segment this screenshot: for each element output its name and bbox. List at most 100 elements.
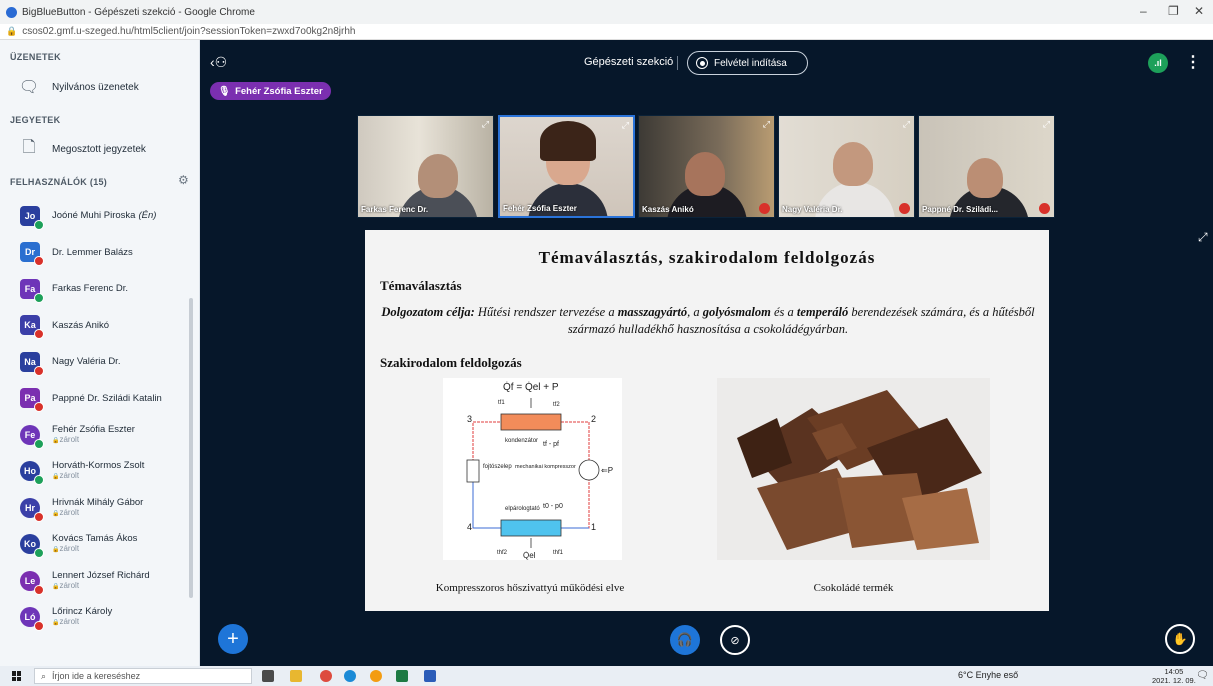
meeting-title: Gépészeti szekció xyxy=(584,56,674,68)
slide-subheading: Témaválasztás xyxy=(380,278,462,293)
weather-status[interactable]: 6°C Enyhe eső xyxy=(958,670,1018,680)
main-area: ‹⚇ 🎙 Fehér Zsófia Eszter Gépészeti szekc… xyxy=(200,40,1213,666)
user-list-item[interactable]: Le Lennert József Richárd 🔒zárolt xyxy=(0,562,190,599)
avatar: Fa xyxy=(20,278,44,303)
headphones-button[interactable]: 🎧 xyxy=(670,625,700,655)
fullscreen-icon[interactable]: ⤢ xyxy=(903,119,910,130)
shared-notes-item[interactable]: 🗋 Megosztott jegyzetek xyxy=(0,134,198,164)
user-list-item[interactable]: Fa Farkas Ferenc Dr. xyxy=(0,270,190,307)
audio-status-icon xyxy=(34,402,44,412)
diagram-node: 3 xyxy=(467,414,472,424)
user-list-item[interactable]: Hr Hrivnák Mihály Gábor 🔒zárolt xyxy=(0,489,190,526)
task-view-icon[interactable] xyxy=(262,670,274,682)
avatar-initials: Ka xyxy=(24,320,36,330)
slide-subheading: Szakirodalom feldolgozás xyxy=(380,355,522,370)
avatar-initials: Dr xyxy=(24,247,35,257)
sidebar: ÜZENETEK 🗨 Nyilvános üzenetek JEGYETEK 🗋… xyxy=(0,40,200,666)
webcam-tile[interactable]: ⤢ Kaszás Anikó xyxy=(638,115,775,218)
audio-status-icon xyxy=(34,256,44,266)
self-marker: (Én) xyxy=(138,210,157,221)
diagram-label: tf - pf xyxy=(543,441,559,448)
heat-pump-diagram: Q̇f = Q̇el + P tf1 tf2 kondenzátor tf - … xyxy=(443,378,622,560)
user-list-item[interactable]: Fe Fehér Zsófia Eszter 🔒zárolt xyxy=(0,416,190,453)
fullscreen-icon[interactable]: ⤢ xyxy=(482,119,489,130)
webcam-tile[interactable]: ⤢ Fehér Zsófia Eszter xyxy=(498,115,635,218)
user-list-item[interactable]: Na Nagy Valéria Dr. xyxy=(0,343,190,380)
webcam-tile[interactable]: ⤢ Pappné Dr. Sziládi... xyxy=(918,115,1055,218)
chrome-icon[interactable] xyxy=(320,670,332,682)
user-name-text: Dr. Lemmer Balázs xyxy=(52,246,133,258)
avatar: Ho xyxy=(20,461,44,485)
fullscreen-icon[interactable]: ⤢ xyxy=(763,119,770,130)
chocolate-photo xyxy=(717,378,990,560)
fullscreen-icon[interactable]: ⤢ xyxy=(622,120,629,131)
record-icon xyxy=(696,57,708,69)
goal-text: , a xyxy=(687,305,703,319)
user-name-text: Pappné Dr. Sziládi Katalin xyxy=(52,392,162,404)
user-lock-status: 🔒zárolt xyxy=(52,581,150,592)
gear-icon[interactable]: ⚙ xyxy=(178,173,189,187)
avatar-initials: Na xyxy=(24,356,36,367)
avatar-initials: Jo xyxy=(24,210,36,221)
webcam-name: Farkas Ferenc Dr. xyxy=(361,205,429,214)
user-lock-status: 🔒zárolt xyxy=(52,617,112,628)
audio-status-icon xyxy=(34,365,44,376)
user-lock-status: 🔒zárolt xyxy=(52,471,144,482)
fullscreen-icon[interactable]: ⤢ xyxy=(1043,119,1050,130)
taskbar-search-input[interactable]: ⌕ Írjon ide a kereséshez xyxy=(34,668,252,684)
user-list-item[interactable]: Ka Kaszás Anikó xyxy=(0,307,190,344)
user-name-text: Horváth-Kormos Zsolt xyxy=(52,460,145,471)
user-name-text: Kovács Tamás Ákos xyxy=(52,533,138,544)
presentation-slide[interactable]: Témaválasztás, szakirodalom feldolgozás … xyxy=(365,230,1049,611)
share-webcam-button[interactable]: ⊘ xyxy=(720,625,750,655)
diagram-label: thf2 xyxy=(497,550,508,556)
webcam-tile[interactable]: ⤢ Farkas Ferenc Dr. xyxy=(357,115,494,218)
muted-icon xyxy=(759,203,770,214)
lock-status-text: zárolt xyxy=(59,617,80,626)
diagram-label: ⇐P xyxy=(601,466,613,475)
microphone-icon: 🎙 xyxy=(218,85,231,97)
minimize-icon[interactable]: – xyxy=(1140,4,1147,18)
user-list-item[interactable]: Jo Joóné Muhi Piroska (Én) xyxy=(0,197,190,234)
clock[interactable]: 14:05 2021. 12. 09. xyxy=(1152,667,1196,685)
record-button[interactable]: Felvétel indítása xyxy=(687,51,808,75)
close-icon[interactable]: ✕ xyxy=(1194,4,1204,18)
user-list-item[interactable]: Ho Horváth-Kormos Zsolt 🔒zárolt xyxy=(0,453,190,490)
windows-start-icon[interactable] xyxy=(12,671,22,681)
public-chat-item[interactable]: 🗨 Nyilvános üzenetek xyxy=(0,72,198,102)
fullscreen-icon[interactable]: ⤢ xyxy=(1198,230,1208,245)
file-explorer-icon[interactable] xyxy=(290,670,302,682)
excel-icon[interactable] xyxy=(396,670,408,682)
user-list-item[interactable]: Pa Pappné Dr. Sziládi Katalin xyxy=(0,380,190,417)
maximize-icon[interactable]: ❐ xyxy=(1168,4,1179,18)
avatar: Ka xyxy=(20,315,44,339)
user-text: Kaszás Anikó xyxy=(52,320,109,331)
edge-icon[interactable] xyxy=(344,670,356,682)
toggle-userlist-icon[interactable]: ‹⚇ xyxy=(210,54,227,71)
avatar-initials: Fa xyxy=(24,283,36,294)
notification-icon[interactable]: 🗨 xyxy=(1196,670,1209,681)
diagram-node: 2 xyxy=(591,414,596,424)
word-icon[interactable] xyxy=(424,670,436,682)
audio-status-icon xyxy=(34,511,44,522)
browser-icon[interactable] xyxy=(370,670,382,682)
connection-status-icon[interactable]: .ıl xyxy=(1148,53,1168,73)
user-list-item[interactable]: Dr Dr. Lemmer Balázs xyxy=(0,234,190,271)
webcam-tile[interactable]: ⤢ Nagy Valéria Dr. xyxy=(778,115,915,218)
user-list-item[interactable]: Ló Lőrincz Károly 🔒zárolt xyxy=(0,599,190,636)
avatar-initials: Ló xyxy=(24,612,36,622)
user-text: Lennert József Richárd 🔒zárolt xyxy=(52,570,150,592)
raise-hand-button[interactable]: ✋ xyxy=(1165,624,1195,654)
address-bar[interactable]: 🔒 csos02.gmf.u-szeged.hu/html5client/joi… xyxy=(0,24,1213,40)
user-text: Pappné Dr. Sziládi Katalin xyxy=(52,393,162,404)
user-name: Nagy Valéria Dr. xyxy=(52,356,120,367)
actions-plus-button[interactable]: + xyxy=(218,624,248,654)
clock-date: 2021. 12. 09. xyxy=(1152,676,1196,685)
header-separator xyxy=(677,56,678,70)
more-options-icon[interactable]: ⋮ xyxy=(1185,52,1201,72)
diagram-node: 4 xyxy=(467,522,472,532)
audio-status-icon xyxy=(34,292,44,303)
user-list-item[interactable]: Ko Kovács Tamás Ákos 🔒zárolt xyxy=(0,526,190,563)
avatar: Fe xyxy=(20,424,44,449)
sidebar-scrollbar[interactable] xyxy=(189,298,193,598)
